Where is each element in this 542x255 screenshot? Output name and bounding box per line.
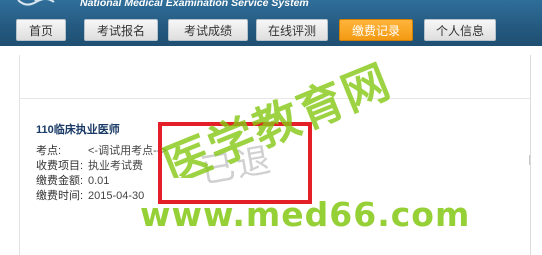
info-row-time: 缴费时间: 2015-04-30 — [36, 189, 144, 204]
time-label: 缴费时间: — [36, 190, 84, 202]
site-label: 考点: — [36, 145, 62, 157]
nav-exam-registration[interactable]: 考试报名 — [84, 19, 158, 41]
time-value: 2015-04-30 — [88, 190, 145, 202]
item-value: 执业考试费 — [88, 160, 143, 172]
section-divider — [20, 98, 530, 99]
main-nav: 首页 考试报名 考试成绩 在线评测 缴费记录 个人信息 — [0, 19, 542, 43]
scrollbar-handle[interactable] — [529, 155, 538, 165]
nav-payment-records[interactable]: 缴费记录 — [339, 19, 413, 41]
nav-exam-scores[interactable]: 考试成绩 — [168, 19, 248, 41]
info-row-amount: 缴费金额: 0.01 — [36, 174, 109, 189]
header-bar: National Medical Examination Service Sys… — [0, 0, 542, 46]
info-row-item: 收费项目: 执业考试费 — [36, 159, 143, 174]
site-subtitle: National Medical Examination Service Sys… — [80, 0, 309, 9]
amount-value: 0.01 — [88, 175, 110, 187]
panel-border-left — [19, 55, 20, 255]
logo-icon — [17, 0, 55, 6]
amount-label: 缴费金额: — [36, 175, 84, 187]
site-value: <-调试用考点--> — [88, 145, 167, 157]
nav-home[interactable]: 首页 — [16, 19, 66, 41]
nav-personal-info[interactable]: 个人信息 — [424, 19, 496, 41]
info-row-site: 考点: <-调试用考点--> — [36, 144, 167, 159]
item-label: 收费项目: — [36, 160, 84, 172]
exam-title: 110临床执业医师 — [36, 124, 120, 136]
nav-online-assessment[interactable]: 在线评测 — [256, 19, 328, 41]
